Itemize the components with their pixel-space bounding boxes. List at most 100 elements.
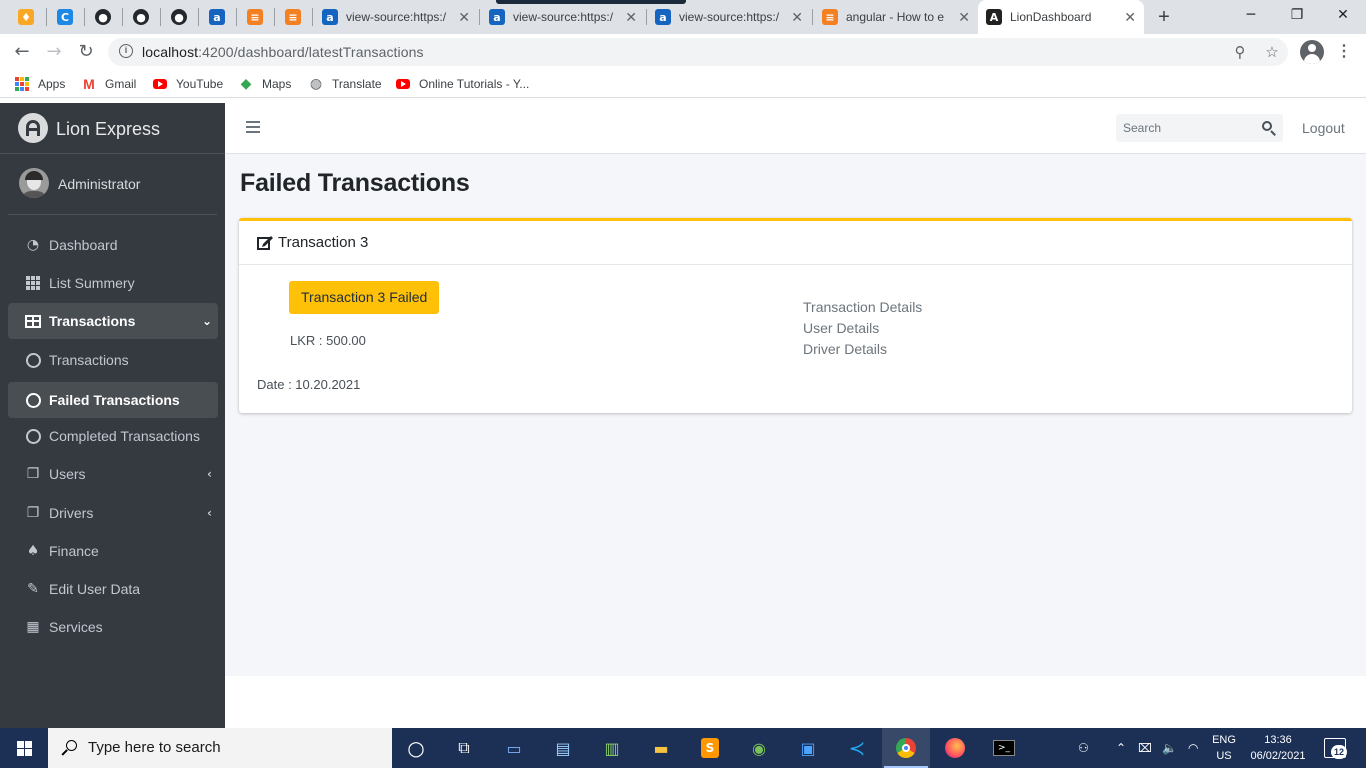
sidebar-item-failed-transactions[interactable]: Failed Transactions <box>8 382 218 418</box>
taskbar-app-laptop[interactable]: ▭ <box>490 728 538 768</box>
browser-tab[interactable]: a view-source:https:/ ✕ <box>314 4 478 30</box>
transaction-details-link[interactable]: Transaction Details <box>803 297 922 318</box>
bookmark-gmail[interactable]: M Gmail <box>81 76 136 92</box>
sidebar-item-transactions-menu[interactable]: Transactions ⌄ <box>8 303 218 339</box>
firefox-icon <box>945 738 965 758</box>
taskbar-search-input[interactable] <box>88 739 368 756</box>
brand-link[interactable]: Lion Express <box>0 103 225 154</box>
clock[interactable]: 13:36 06/02/2021 <box>1246 732 1310 764</box>
taskbar-app-window[interactable]: ▣ <box>784 728 832 768</box>
language-indicator[interactable]: ENG US <box>1207 732 1241 764</box>
flame-icon: ♦ <box>18 9 34 25</box>
footer <box>225 676 1366 728</box>
search-input[interactable] <box>1116 121 1256 135</box>
taskbar-file-explorer[interactable]: ▬ <box>637 728 685 768</box>
tab-title: view-source:https:/ <box>346 10 447 24</box>
taskbar-firefox[interactable] <box>931 728 979 768</box>
sublime-icon: S <box>701 738 719 758</box>
logout-link[interactable]: Logout <box>1302 120 1345 136</box>
search-icon <box>61 740 78 756</box>
windows-logo-icon <box>16 740 32 756</box>
restore-button[interactable]: ❐ <box>1274 0 1320 30</box>
avatar[interactable] <box>19 168 49 198</box>
new-tab-button[interactable]: + <box>1152 6 1176 28</box>
action-center-button[interactable]: 12 <box>1324 738 1347 759</box>
bookmark-star-icon[interactable]: ☆ <box>1262 42 1282 62</box>
stackoverflow-icon: ≡ <box>822 9 838 25</box>
sidebar-item-users[interactable]: ❐ Users ‹ <box>8 456 218 492</box>
sidebar-item-completed-transactions[interactable]: Completed Transactions <box>8 418 218 454</box>
user-name[interactable]: Administrator <box>58 176 140 192</box>
browser-menu-icon[interactable]: ⋮ <box>1334 41 1354 63</box>
taskbar-vscode[interactable]: ≺ <box>833 728 881 768</box>
tab-close-icon[interactable]: ✕ <box>625 9 637 26</box>
pinned-tab-2[interactable]: C <box>46 5 84 29</box>
pinned-tab-4[interactable]: ● <box>122 5 160 29</box>
pinned-tab-5[interactable]: ● <box>160 5 198 29</box>
pinned-tab-1[interactable]: ♦ <box>7 5 45 29</box>
browser-toolbar: ← → ↻ i localhost:4200/dashboard/latestT… <box>0 34 1366 70</box>
back-button[interactable]: ← <box>8 39 36 65</box>
taskbar-sublime[interactable]: S <box>686 728 734 768</box>
close-window-button[interactable]: ✕ <box>1320 0 1366 30</box>
sidebar-item-dashboard[interactable]: ◔ Dashboard <box>8 227 218 263</box>
cortana-button[interactable]: ○ <box>392 728 440 768</box>
sidebar-item-label: Finance <box>49 543 99 559</box>
start-button[interactable] <box>0 728 48 768</box>
taskbar-search[interactable] <box>48 728 392 768</box>
sidebar-item-edit-user-data[interactable]: ✎ Edit User Data <box>8 571 218 607</box>
pinned-tab-7[interactable]: ≡ <box>236 5 274 29</box>
volume-icon[interactable]: 🔈 <box>1162 728 1177 768</box>
bookmark-apps[interactable]: Apps <box>14 76 65 92</box>
bookmark-youtube[interactable]: YouTube <box>152 76 223 92</box>
sidebar-item-list-summery[interactable]: List Summery <box>8 265 218 301</box>
sidebar-item-label: Drivers <box>49 505 94 521</box>
edit-icon <box>257 236 273 250</box>
url-text[interactable]: localhost:4200/dashboard/latestTransacti… <box>142 44 424 60</box>
driver-details-link[interactable]: Driver Details <box>803 339 922 360</box>
forward-button[interactable]: → <box>40 39 68 65</box>
zoom-icon[interactable]: ⚲ <box>1230 42 1250 62</box>
wifi-icon[interactable]: ◠ <box>1188 728 1198 768</box>
browser-tab[interactable]: ≡ angular - How to e ✕ <box>814 4 978 30</box>
taskbar-terminal[interactable]: >_ <box>980 728 1028 768</box>
user-details-link[interactable]: User Details <box>803 318 922 339</box>
tab-close-icon[interactable]: ✕ <box>458 9 470 26</box>
tab-close-icon[interactable]: ✕ <box>1124 9 1136 26</box>
reload-button[interactable]: ↻ <box>72 39 100 65</box>
minimize-button[interactable]: ─ <box>1228 0 1274 30</box>
taskbar-app-notebook[interactable]: ▤ <box>539 728 587 768</box>
taskbar-chrome[interactable] <box>882 728 930 768</box>
tab-title: angular - How to e <box>846 10 945 24</box>
clock-time: 13:36 <box>1264 734 1292 746</box>
bookmark-translate[interactable]: ◍ Translate <box>308 76 382 92</box>
network-icon[interactable]: ⌧ <box>1138 728 1152 768</box>
sidebar-item-finance[interactable]: ♠ Finance <box>8 533 218 569</box>
browser-tab[interactable]: a view-source:https:/ ✕ <box>481 4 645 30</box>
pinned-tab-8[interactable]: ≡ <box>274 5 312 29</box>
bookmark-maps[interactable]: ◆ Maps <box>238 76 292 92</box>
people-icon[interactable]: ⚇ <box>1078 728 1089 768</box>
top-navbar: Logout <box>225 103 1366 154</box>
tray-expand-icon[interactable]: ⌃ <box>1116 728 1126 768</box>
sidebar-item-services[interactable]: ▦ Services <box>8 609 218 645</box>
sidebar-item-drivers[interactable]: ❐ Drivers ‹ <box>8 495 218 531</box>
tab-close-icon[interactable]: ✕ <box>958 9 970 26</box>
sidebar-item-transactions[interactable]: Transactions <box>8 342 218 378</box>
pinned-tab-3[interactable]: ● <box>84 5 122 29</box>
browser-tab-active[interactable]: A LionDashboard ✕ <box>978 0 1144 34</box>
bookmark-online-tutorials[interactable]: Online Tutorials - Y... <box>395 76 529 92</box>
stackoverflow-icon: ≡ <box>247 9 263 25</box>
address-bar[interactable]: i localhost:4200/dashboard/latestTransac… <box>108 38 1288 66</box>
pinned-tab-6[interactable]: a <box>198 5 236 29</box>
hamburger-menu-icon[interactable] <box>246 121 260 133</box>
browser-tab[interactable]: a view-source:https:/ ✕ <box>647 4 811 30</box>
taskbar-app-chart[interactable]: ▥ <box>588 728 636 768</box>
profile-avatar-icon[interactable] <box>1300 40 1324 64</box>
transaction-status-button[interactable]: Transaction 3 Failed <box>289 281 440 314</box>
task-view-button[interactable]: ⧉ <box>440 728 488 768</box>
tab-close-icon[interactable]: ✕ <box>791 9 803 26</box>
taskbar-android-studio[interactable]: ◉ <box>735 728 783 768</box>
site-info-icon[interactable]: i <box>119 44 133 58</box>
search-icon[interactable] <box>1261 120 1277 136</box>
